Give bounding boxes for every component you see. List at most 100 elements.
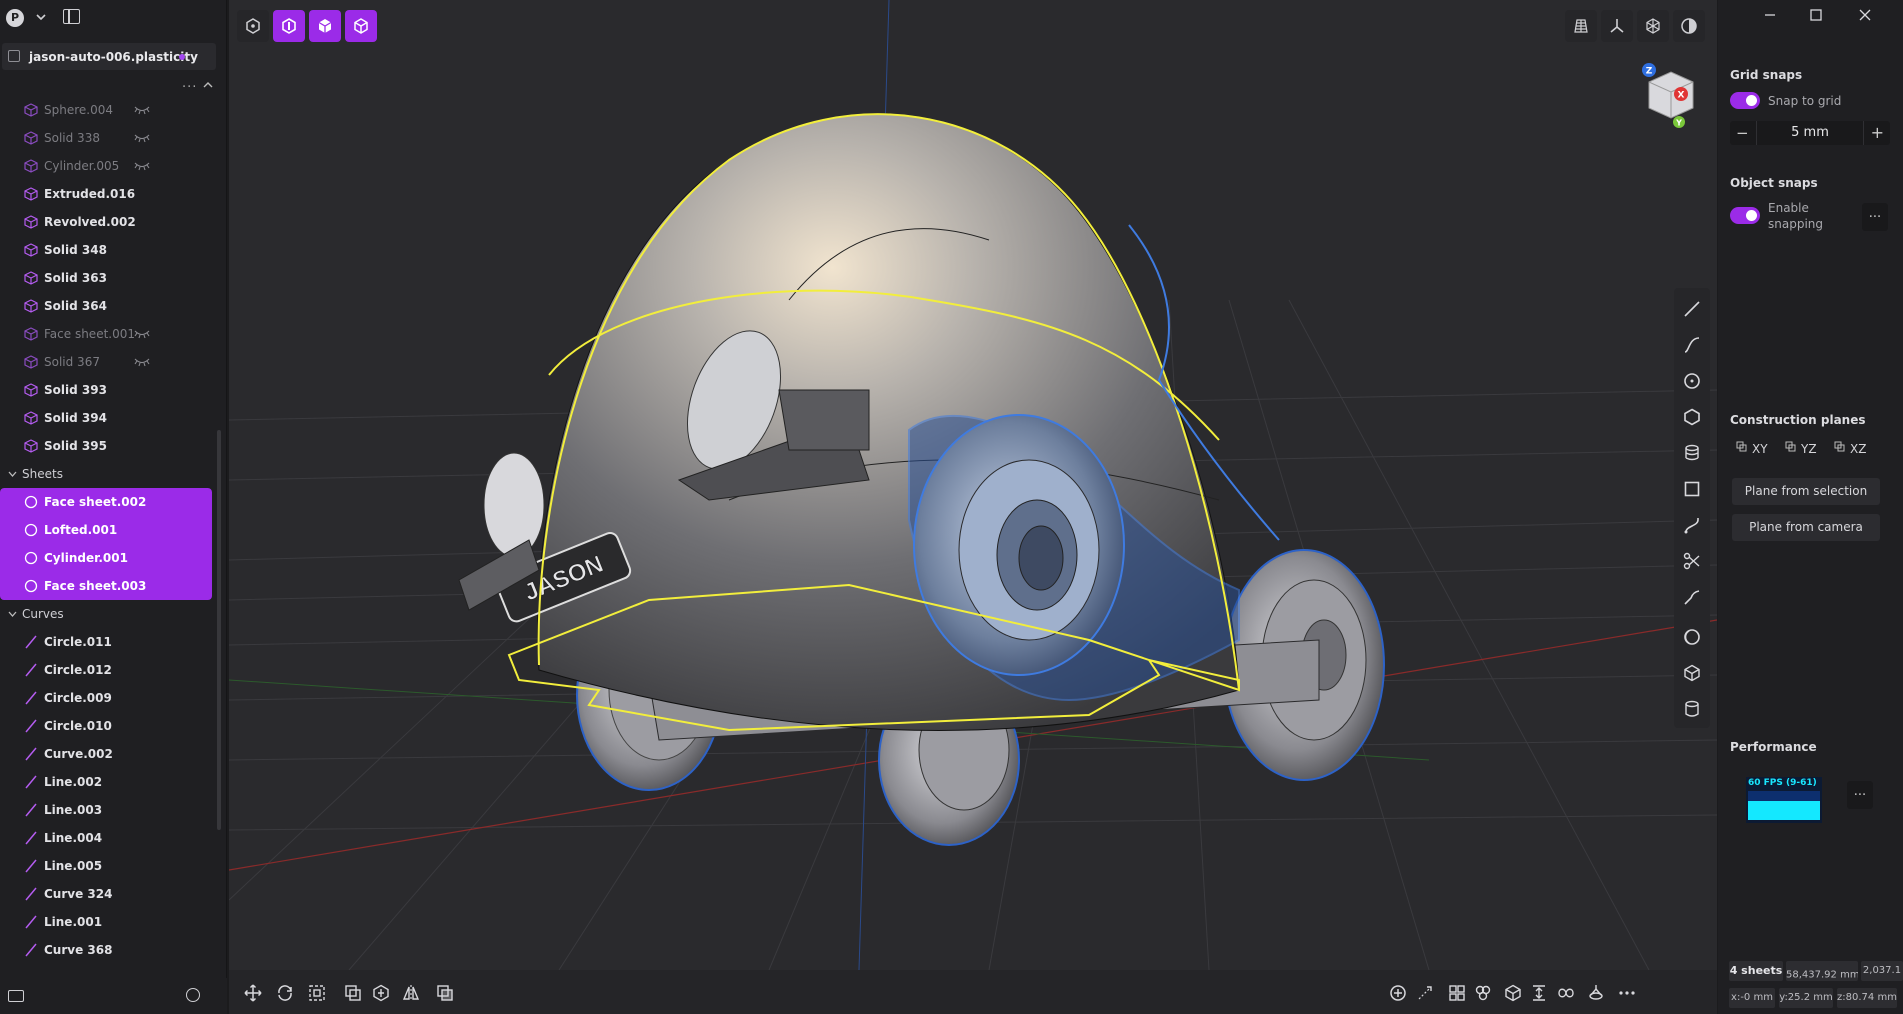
tree-item-solid[interactable]: Face sheet.001 <box>0 320 218 348</box>
cylinder-tool-icon[interactable] <box>1683 444 1701 462</box>
object-snaps-more-button[interactable]: ... <box>1862 203 1888 231</box>
render-mode-button[interactable] <box>1673 10 1705 42</box>
tree-item-curve[interactable]: Line.004 <box>0 824 218 852</box>
tree-item-curve[interactable]: Circle.011 <box>0 628 218 656</box>
loop-icon[interactable] <box>1557 984 1575 1002</box>
tree-item-solid[interactable]: Solid 367 <box>0 348 218 376</box>
tree-item-curve[interactable]: Circle.012 <box>0 656 218 684</box>
tree-item-curve[interactable]: Circle.009 <box>0 684 218 712</box>
outliner-scrollbar[interactable] <box>217 430 221 830</box>
chevron-down-icon[interactable] <box>34 10 48 24</box>
tree-item-solid[interactable]: Solid 395 <box>0 432 218 460</box>
tree-item-curve[interactable]: Curve 368 <box>0 936 218 964</box>
hidden-eye-icon[interactable] <box>134 104 150 116</box>
tree-item-solid[interactable]: Solid 393 <box>0 376 218 404</box>
tree-item-sheet[interactable]: Face sheet.002 <box>0 488 212 516</box>
performance-more-button[interactable]: ... <box>1847 781 1873 809</box>
grid-toggle-button[interactable] <box>1565 10 1597 42</box>
solid-mode-button[interactable] <box>345 10 377 42</box>
tree-item-curve[interactable]: Curve 324 <box>0 880 218 908</box>
tree-item-curve[interactable]: Line.005 <box>0 852 218 880</box>
axes-toggle-button[interactable] <box>1601 10 1633 42</box>
add-circle-icon[interactable] <box>1389 984 1407 1002</box>
folder-icon[interactable] <box>8 990 24 1002</box>
rotate-icon[interactable] <box>276 984 294 1002</box>
tree-item-curve[interactable]: Line.003 <box>0 796 218 824</box>
outliner-more-button[interactable]: ··· <box>182 80 197 95</box>
scale-icon[interactable] <box>308 984 326 1002</box>
hidden-eye-icon[interactable] <box>134 132 150 144</box>
revolve-icon[interactable] <box>1587 984 1605 1002</box>
close-icon[interactable] <box>1858 8 1872 22</box>
tree-item-sheet[interactable]: Face sheet.003 <box>0 572 212 600</box>
plane-from-camera-button[interactable]: Plane from camera <box>1732 514 1880 541</box>
enable-snapping-toggle[interactable] <box>1730 207 1760 224</box>
increment-button[interactable]: + <box>1871 123 1884 142</box>
isolate-icon[interactable] <box>1504 984 1522 1002</box>
tree-item-solid[interactable]: Revolved.002 <box>0 208 218 236</box>
tree-item-label: Line.002 <box>44 775 103 789</box>
more-icon[interactable] <box>1618 984 1636 1002</box>
tree-item-curve[interactable]: Circle.010 <box>0 712 218 740</box>
search-icon[interactable] <box>186 988 200 1002</box>
face-mode-button[interactable] <box>309 10 341 42</box>
tree-item-curve[interactable]: Line.002 <box>0 768 218 796</box>
select-mode-button[interactable] <box>237 10 269 42</box>
tree-item-solid[interactable]: Solid 364 <box>0 292 218 320</box>
tree-item-solid[interactable]: Sphere.004 <box>0 96 218 124</box>
circle-tool-icon[interactable] <box>1683 372 1701 390</box>
tree-item-curve[interactable]: Line.001 <box>0 908 218 936</box>
solid-cylinder-icon[interactable] <box>1683 700 1701 718</box>
file-tab[interactable]: jason-auto-006.plasticity <box>2 43 216 70</box>
sheet-icon <box>24 579 38 593</box>
hidden-eye-icon[interactable] <box>134 160 150 172</box>
grid-view-icon[interactable] <box>1448 984 1466 1002</box>
tree-item-sheet[interactable]: Lofted.001 <box>0 516 212 544</box>
tree-item-solid[interactable]: Solid 338 <box>0 124 218 152</box>
xray-toggle-button[interactable] <box>1637 10 1669 42</box>
tree-item-curve[interactable]: Curve.002 <box>0 740 218 768</box>
drawing-toolbar <box>1674 288 1710 728</box>
extrude-icon[interactable] <box>1530 984 1548 1002</box>
section-sheets[interactable]: Sheets <box>0 460 218 488</box>
scissors-icon[interactable] <box>1683 552 1701 570</box>
tree-item-solid[interactable]: Cylinder.005 <box>0 152 218 180</box>
hidden-eye-icon[interactable] <box>134 356 150 368</box>
line-tool-icon[interactable] <box>1683 300 1701 318</box>
spline-tool-icon[interactable] <box>1683 516 1701 534</box>
viewport-scene[interactable]: JASON <box>229 0 1717 970</box>
minimize-icon[interactable] <box>1763 8 1777 22</box>
sphere-tool-icon[interactable] <box>1683 628 1701 646</box>
section-curves[interactable]: Curves <box>0 600 218 628</box>
plane-from-selection-button[interactable]: Plane from selection <box>1732 478 1880 505</box>
maximize-icon[interactable] <box>1809 8 1823 22</box>
fillet-curve-icon[interactable] <box>1683 588 1701 606</box>
chevron-up-icon[interactable] <box>203 80 213 90</box>
box-tool-icon[interactable] <box>1683 664 1701 682</box>
avatar[interactable]: P <box>6 9 24 27</box>
tree-item-solid[interactable]: Extruded.016 <box>0 180 218 208</box>
snap-icon[interactable] <box>1416 984 1434 1002</box>
rectangle-tool-icon[interactable] <box>1683 480 1701 498</box>
tree-item-solid[interactable]: Solid 348 <box>0 236 218 264</box>
edge-mode-button[interactable] <box>273 10 305 42</box>
curve-tool-icon[interactable] <box>1683 336 1701 354</box>
polygon-tool-icon[interactable] <box>1683 408 1701 426</box>
tree-item-solid[interactable]: Solid 394 <box>0 404 218 432</box>
solid-icon <box>24 215 38 229</box>
boolean-icon[interactable] <box>436 984 454 1002</box>
move-icon[interactable] <box>244 984 262 1002</box>
duplicate-icon[interactable] <box>344 984 362 1002</box>
offset-icon[interactable] <box>372 984 390 1002</box>
3d-viewport[interactable]: JASON Z X Y <box>229 0 1717 970</box>
snap-to-grid-toggle[interactable] <box>1730 92 1760 109</box>
view-cube[interactable]: Z X Y <box>1641 60 1701 130</box>
hidden-eye-icon[interactable] <box>134 328 150 340</box>
tree-item-sheet[interactable]: Cylinder.001 <box>0 544 212 572</box>
grid-size-stepper[interactable]: − 5 mm + <box>1730 121 1890 145</box>
grid-size-value[interactable]: 5 mm <box>1730 125 1890 140</box>
tree-item-solid[interactable]: Solid 363 <box>0 264 218 292</box>
group-icon[interactable] <box>1474 984 1492 1002</box>
mirror-icon[interactable] <box>402 984 420 1002</box>
toggle-sidebar-icon[interactable] <box>63 9 80 24</box>
